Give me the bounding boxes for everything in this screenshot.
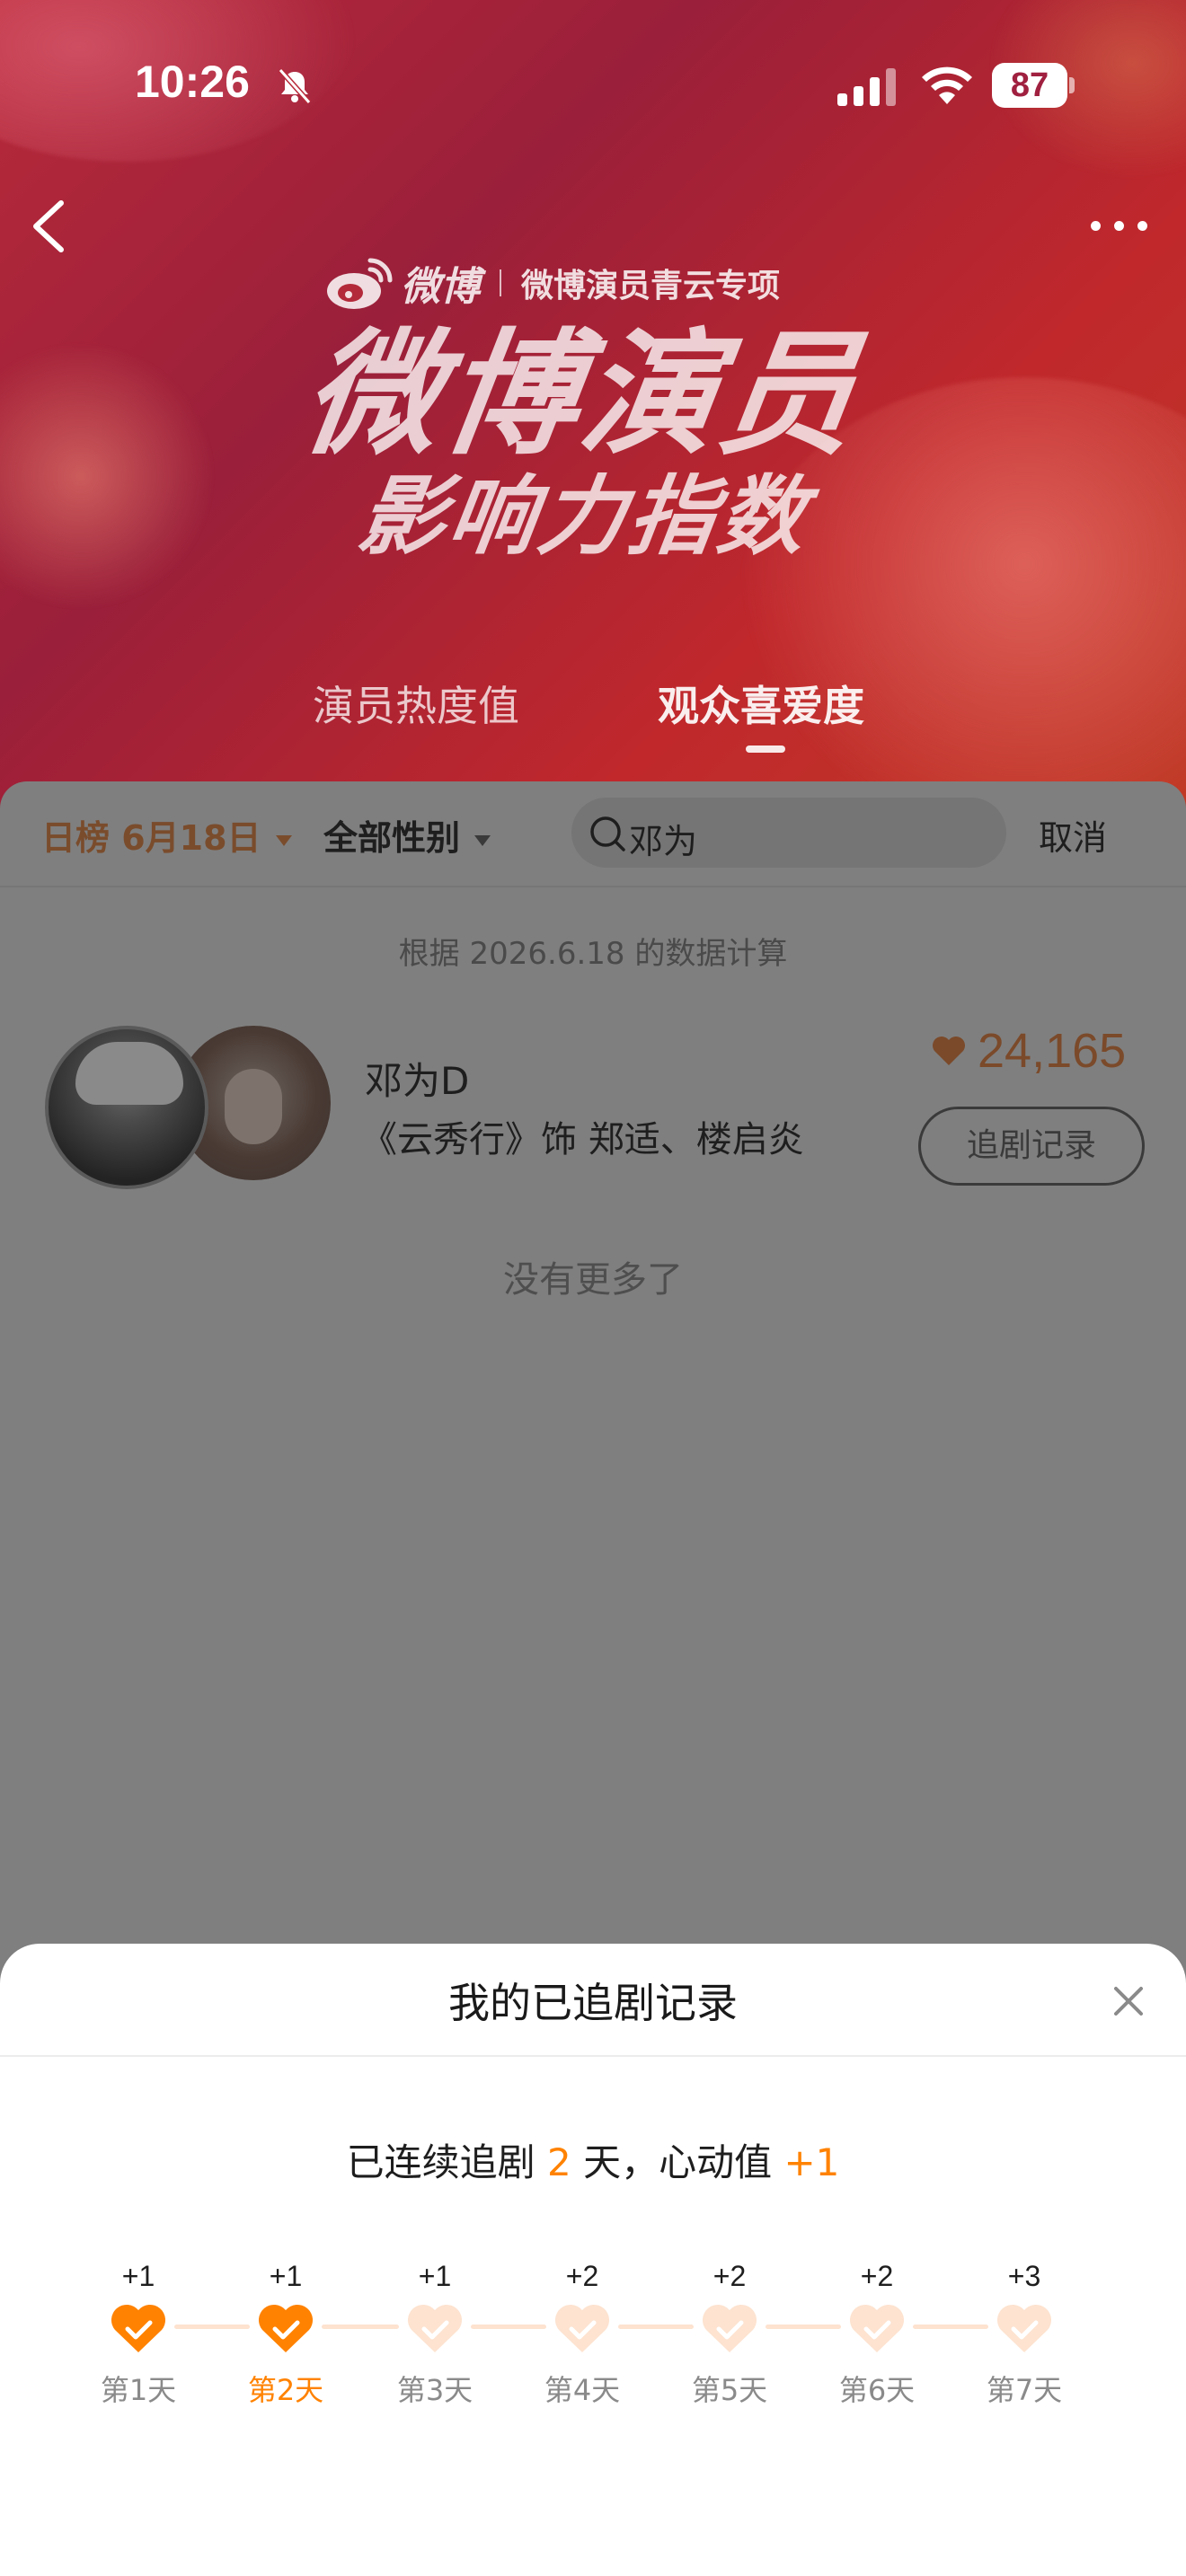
actor-name: 邓为D [365,1059,470,1103]
more-options-icon[interactable] [1084,203,1155,248]
day-item: +2 第4天 [528,2258,636,2409]
caret-down-icon [474,834,491,846]
day-item: +1 第1天 [84,2258,192,2409]
brand-name: 微博 [401,264,480,310]
day-bonus: +2 [565,2260,599,2292]
search-input[interactable]: 邓为 [571,798,1006,868]
status-bar: 10:26 87 [0,0,1186,171]
day-label: 第6天 [838,2373,916,2407]
day-bonus: +2 [712,2260,747,2292]
day-bonus: +1 [418,2260,452,2292]
day-item: +1 第2天 [232,2258,340,2409]
track-record-button[interactable]: 追剧记录 [918,1107,1145,1186]
day-bonus: +3 [1007,2260,1041,2292]
battery-level: 87 [992,63,1067,108]
status-time: 10:26 [135,57,250,107]
streak-days: 2 [546,2140,571,2184]
heart-check-outline-icon [407,2304,463,2352]
tab-audience-favor[interactable]: 观众喜爱度 [658,674,864,733]
search-value: 邓为 [629,822,698,861]
day-label: 第7天 [986,2373,1063,2407]
day-label: 第3天 [396,2373,474,2407]
heart-check-outline-icon [702,2304,757,2352]
day-bonus: +1 [121,2260,155,2292]
heart-check-outline-icon [554,2304,610,2352]
favor-score-value: 24,165 [978,1024,1127,1078]
brand-row: 微博 微博演员青云专项 [323,251,780,314]
cellular-signal-icon [837,68,896,106]
data-calculation-note: 根据 2026.6.18 的数据计算 [398,936,788,972]
gender-filter-label: 全部性别 [323,818,461,858]
day-label: 第5天 [691,2373,768,2407]
ranking-tabs: 演员热度值 观众喜爱度 [0,674,1186,754]
day-bonus: +2 [860,2260,894,2292]
wifi-icon [922,66,972,104]
heart-icon [933,1037,965,1065]
day-bonus: +1 [269,2260,303,2292]
battery-indicator: 87 [992,63,1075,108]
day-item: +3 第7天 [970,2258,1078,2409]
close-icon[interactable] [1109,1981,1148,2021]
hero-subtitle: 影响力指数 [352,466,816,567]
streak-prefix: 已连续追剧 [346,2140,535,2184]
cancel-search-button[interactable]: 取消 [1039,810,1107,860]
tab-actor-heat[interactable]: 演员热度值 [313,674,519,733]
caret-down-icon [275,834,292,846]
day-label: 第2天 [247,2373,324,2407]
active-tab-indicator [746,745,785,753]
gender-filter[interactable]: 全部性别 [323,810,491,860]
bell-muted-icon [278,68,312,104]
actor-role: 《云秀行》饰 郑适、楼启炎 [361,1119,804,1160]
header-banner: 10:26 87 微博 微博演员青云专项 微博演员 影响力指数 演员热度值 观众… [0,0,1186,808]
heart-check-outline-icon [849,2304,905,2352]
date-filter-label: 日榜 6月18日 [41,818,261,858]
streak-timeline: +1 第1天 +1 第2天 +1 第3天 +2 第4天 +2 第5天 +2 第6天 +3 第7天 [0,2258,1186,2438]
date-filter[interactable]: 日榜 6月18日 [41,810,292,860]
actor-avatar [45,1026,208,1189]
hero-title: 微博演员 [294,317,871,473]
streak-mid: 天，心动值 [583,2140,773,2184]
heart-check-outline-icon [996,2304,1052,2352]
list-item[interactable]: 邓为D 《云秀行》饰 郑适、楼启炎 24,165 追剧记录 [0,1015,1186,1195]
day-item: +1 第3天 [381,2258,489,2409]
heart-check-filled-icon [111,2304,166,2352]
track-record-modal: 我的已追剧记录 已连续追剧 2 天，心动值 +1 +1 第1天 +1 第2天 +1 第3天… [0,1944,1186,2576]
heart-check-filled-icon [258,2304,314,2352]
filter-bar: 日榜 6月18日 全部性别 邓为 取消 [0,781,1186,886]
day-label: 第1天 [100,2373,177,2407]
day-label: 第4天 [544,2373,621,2407]
end-of-list-text: 没有更多了 [503,1259,683,1301]
back-arrow-icon[interactable] [22,194,75,259]
favor-score: 24,165 [931,1015,1126,1087]
search-icon [590,816,625,851]
day-item: +2 第6天 [823,2258,931,2409]
brand-subtitle: 微博演员青云专项 [521,267,781,304]
streak-summary: 已连续追剧 2 天，心动值 +1 [0,2132,1186,2187]
weibo-logo-icon [327,258,393,309]
modal-title: 我的已追剧记录 [448,1979,738,2027]
streak-value: +1 [783,2140,840,2184]
day-item: +2 第5天 [676,2258,783,2409]
